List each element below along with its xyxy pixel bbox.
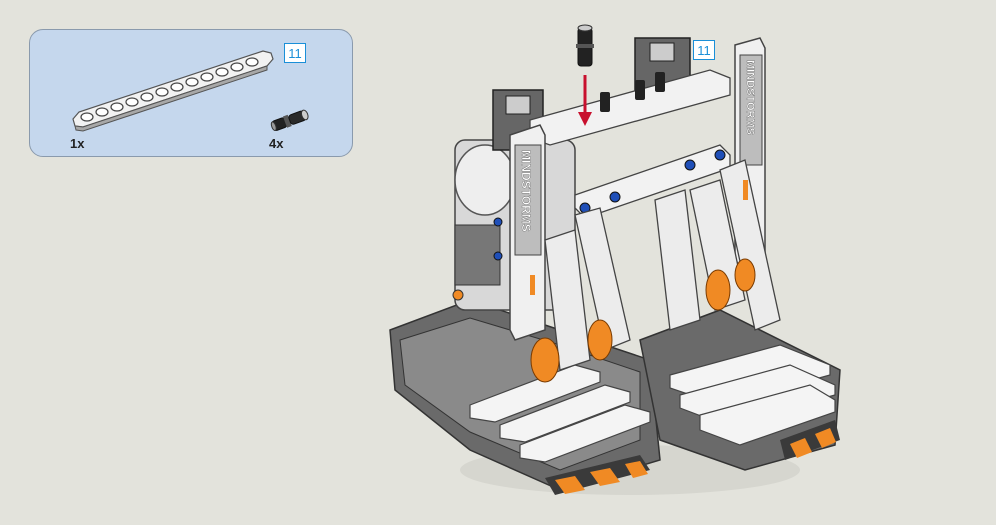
motor-hub: [454, 144, 516, 216]
assembly-model-illustration: MINDSTORMS MINDSTORMS: [389, 24, 841, 495]
upper-frame-beam: [529, 69, 731, 146]
right-beam-label: MINDSTORMS: [744, 60, 756, 135]
left-beam-label: MINDSTORMS: [519, 150, 533, 232]
incoming-peg: [576, 24, 594, 67]
